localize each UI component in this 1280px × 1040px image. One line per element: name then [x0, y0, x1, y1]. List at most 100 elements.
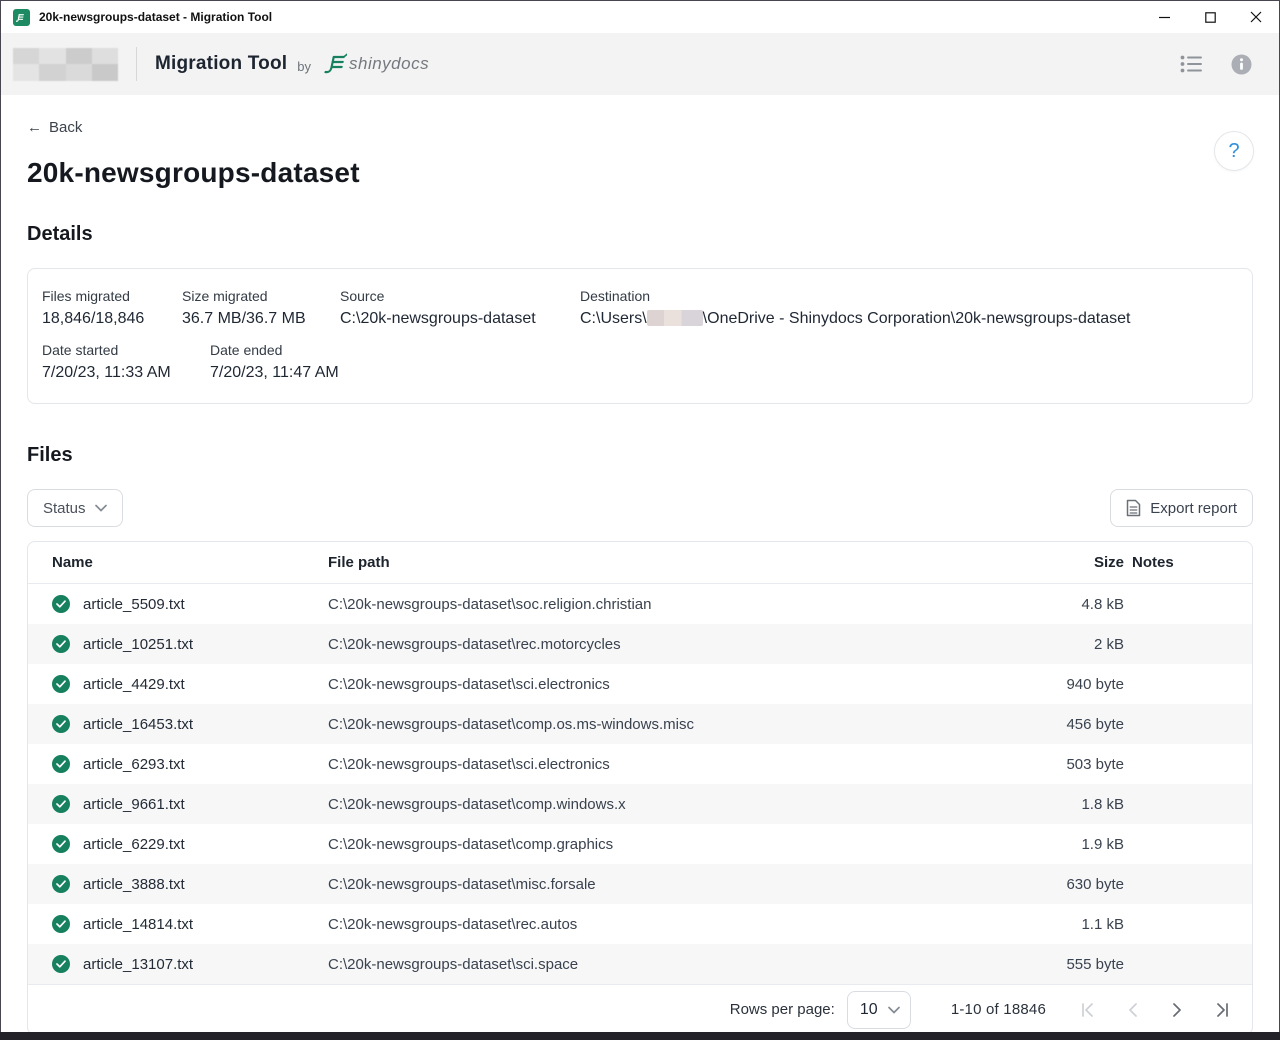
export-report-button[interactable]: Export report [1110, 489, 1253, 527]
rows-per-page-label: Rows per page: [730, 1001, 835, 1018]
cell-name: article_13107.txt [52, 955, 328, 973]
chevron-right-icon [1172, 1003, 1182, 1017]
cell-name: article_16453.txt [52, 715, 328, 733]
minimize-icon [1159, 12, 1170, 23]
field-destination: Destination C:\Users\\OneDrive - Shinydo… [580, 288, 1238, 328]
blurred-logo [13, 48, 118, 81]
window-title: 20k-newsgroups-dataset - Migration Tool [39, 10, 1141, 24]
table-row: article_4429.txt C:\20k-newsgroups-datas… [28, 664, 1252, 704]
cell-name: article_9661.txt [52, 795, 328, 813]
file-name: article_10251.txt [83, 636, 193, 653]
titlebar: 20k-newsgroups-dataset - Migration Tool [1, 1, 1279, 33]
chevron-down-icon [95, 504, 107, 512]
field-label: Date started [42, 342, 210, 358]
main-content: ← Back ? 20k-newsgroups-dataset Details … [1, 95, 1279, 1032]
file-name: article_5509.txt [83, 596, 185, 613]
cell-size: 555 byte [1012, 956, 1132, 973]
cell-size: 1.1 kB [1012, 916, 1132, 933]
cell-size: 1.8 kB [1012, 796, 1132, 813]
page-title: 20k-newsgroups-dataset [27, 157, 1253, 189]
cell-name: article_6293.txt [52, 755, 328, 773]
table-row: article_13107.txt C:\20k-newsgroups-data… [28, 944, 1252, 984]
cell-size: 503 byte [1012, 756, 1132, 773]
success-check-icon [52, 835, 70, 853]
cell-size: 2 kB [1012, 636, 1132, 653]
header-divider [136, 47, 137, 81]
next-page-button[interactable] [1168, 1001, 1186, 1019]
status-filter-button[interactable]: Status [27, 489, 123, 527]
app-name: Migration Tool [155, 53, 287, 75]
shinydocs-logo: shinydocs [321, 51, 429, 77]
files-heading: Files [27, 444, 1253, 467]
file-name: article_6293.txt [83, 756, 185, 773]
table-row: article_6229.txt C:\20k-newsgroups-datas… [28, 824, 1252, 864]
file-name: article_14814.txt [83, 916, 193, 933]
file-name: article_9661.txt [83, 796, 185, 813]
by-label: by [297, 59, 311, 74]
table-footer: Rows per page: 10 1-10 of 18846 [28, 984, 1252, 1032]
help-button[interactable]: ? [1214, 131, 1254, 171]
field-source: Source C:\20k-newsgroups-dataset [340, 288, 580, 328]
back-label: Back [49, 119, 82, 136]
list-icon [1180, 54, 1202, 74]
success-check-icon [52, 795, 70, 813]
previous-page-button[interactable] [1124, 1001, 1142, 1019]
field-value: C:\20k-newsgroups-dataset [340, 310, 580, 328]
pagination-controls [1080, 1001, 1230, 1019]
back-link[interactable]: ← Back [27, 119, 82, 136]
cell-name: article_5509.txt [52, 595, 328, 613]
activity-list-button[interactable] [1177, 50, 1205, 78]
table-row: article_3888.txt C:\20k-newsgroups-datas… [28, 864, 1252, 904]
cell-size: 456 byte [1012, 716, 1132, 733]
app-window: 20k-newsgroups-dataset - Migration Tool … [0, 0, 1280, 1032]
success-check-icon [52, 635, 70, 653]
column-header-path: File path [328, 554, 1012, 571]
cell-name: article_3888.txt [52, 875, 328, 893]
first-page-icon [1081, 1003, 1097, 1017]
back-arrow-icon: ← [27, 119, 42, 136]
cell-file-path: C:\20k-newsgroups-dataset\misc.forsale [328, 876, 1012, 893]
success-check-icon [52, 595, 70, 613]
column-header-name: Name [52, 554, 328, 571]
cell-file-path: C:\20k-newsgroups-dataset\sci.electronic… [328, 756, 1012, 773]
cell-file-path: C:\20k-newsgroups-dataset\sci.space [328, 956, 1012, 973]
column-header-notes: Notes [1132, 554, 1228, 571]
cell-name: article_6229.txt [52, 835, 328, 853]
minimize-button[interactable] [1141, 1, 1187, 33]
maximize-button[interactable] [1187, 1, 1233, 33]
cell-size: 940 byte [1012, 676, 1132, 693]
cell-size: 1.9 kB [1012, 836, 1132, 853]
success-check-icon [52, 915, 70, 933]
last-page-button[interactable] [1212, 1001, 1230, 1019]
cell-name: article_10251.txt [52, 635, 328, 653]
table-row: article_10251.txt C:\20k-newsgroups-data… [28, 624, 1252, 664]
app-icon [13, 9, 30, 26]
cell-file-path: C:\20k-newsgroups-dataset\comp.os.ms-win… [328, 716, 1012, 733]
table-row: article_14814.txt C:\20k-newsgroups-data… [28, 904, 1252, 944]
file-name: article_6229.txt [83, 836, 185, 853]
table-row: article_16453.txt C:\20k-newsgroups-data… [28, 704, 1252, 744]
field-label: Date ended [210, 342, 1238, 358]
field-label: Size migrated [182, 288, 340, 304]
export-report-label: Export report [1150, 500, 1237, 517]
last-page-icon [1213, 1003, 1229, 1017]
cell-size: 630 byte [1012, 876, 1132, 893]
redacted-username [647, 310, 703, 326]
rows-per-page-select[interactable]: 10 [847, 991, 911, 1029]
cell-size: 4.8 kB [1012, 596, 1132, 613]
files-toolbar: Status Export report [27, 489, 1253, 527]
first-page-button[interactable] [1080, 1001, 1098, 1019]
close-icon [1250, 11, 1262, 23]
table-body: article_5509.txt C:\20k-newsgroups-datas… [28, 584, 1252, 984]
shinydocs-wordmark: shinydocs [349, 54, 429, 74]
info-button[interactable] [1227, 50, 1255, 78]
success-check-icon [52, 955, 70, 973]
cell-file-path: C:\20k-newsgroups-dataset\soc.religion.c… [328, 596, 1012, 613]
close-button[interactable] [1233, 1, 1279, 33]
field-value: 36.7 MB/36.7 MB [182, 310, 340, 328]
field-value: 7/20/23, 11:33 AM [42, 364, 210, 382]
field-files-migrated: Files migrated 18,846/18,846 [42, 288, 182, 328]
help-label: ? [1228, 140, 1239, 163]
success-check-icon [52, 755, 70, 773]
field-value: C:\Users\\OneDrive - Shinydocs Corporati… [580, 310, 1238, 328]
